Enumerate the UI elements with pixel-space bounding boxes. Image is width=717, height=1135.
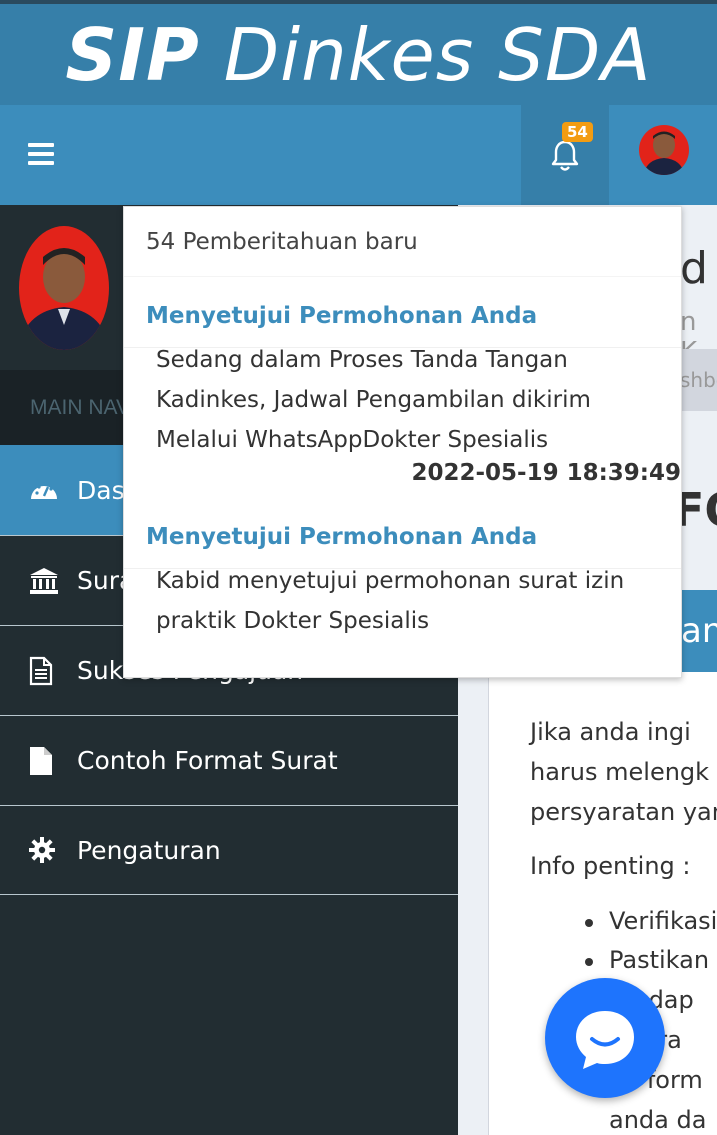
notification-item[interactable]: Menyetujui Permohonan Anda Sedang dalam … — [124, 277, 681, 486]
notification-body-line: Kabid menyetujui permohonan surat izin — [156, 568, 625, 594]
notification-body-line: Kadinkes, Jadwal Pengambilan dikirim — [156, 387, 591, 413]
notifications-button[interactable] — [521, 105, 609, 205]
brand-rest: Dinkes SDA — [199, 12, 652, 97]
app-title[interactable]: SIP Dinkes SDA — [65, 19, 651, 91]
notification-title: Menyetujui Permohonan Anda — [146, 524, 538, 550]
paragraph-line: Jika anda ingi — [530, 718, 691, 746]
notification-body-line: Sedang dalam Proses Tanda Tangan — [156, 347, 568, 373]
chat-bubble-icon — [576, 1011, 634, 1069]
user-avatar-button[interactable] — [639, 125, 689, 175]
gear-icon — [29, 837, 71, 863]
avatar — [639, 125, 689, 175]
brand-bar: SIP Dinkes SDA — [0, 0, 717, 105]
notification-count-badge: 54 — [562, 122, 593, 142]
notification-title: Menyetujui Permohonan Anda — [146, 303, 538, 329]
bullet-dot — [585, 919, 593, 927]
notifications-header: 54 Pemberitahuan baru — [124, 207, 681, 277]
chat-widget-button[interactable] — [545, 978, 665, 1098]
brand-bold: SIP — [65, 12, 200, 97]
bank-icon — [29, 567, 71, 595]
bullet-item: Pastikan — [609, 946, 710, 974]
user-photo — [19, 226, 109, 350]
list-continuation: anda da — [609, 1106, 707, 1134]
menu-toggle-icon[interactable] — [28, 143, 54, 167]
paragraph-line: harus melengk — [530, 758, 710, 786]
sidebar-item-label: Contoh Format Surat — [77, 746, 338, 775]
notification-timestamp: 2022-05-19 18:39:49 — [411, 460, 681, 486]
top-navbar — [0, 105, 717, 205]
notification-item[interactable]: Menyetujui Permohonan Anda Kabid menyetu… — [124, 486, 681, 641]
notifications-dropdown: 54 Pemberitahuan baru Menyetujui Permoho… — [123, 206, 682, 678]
sidebar-item-label: Pengaturan — [77, 835, 221, 865]
sidebar-item-pengaturan[interactable]: Pengaturan — [0, 805, 458, 895]
dashboard-icon — [29, 479, 71, 501]
bullet-dot — [585, 958, 593, 966]
info-label: Info penting : — [530, 852, 691, 880]
sidebar-item-contoh-format-surat[interactable]: Contoh Format Surat — [0, 715, 458, 805]
paragraph-line: persyaratan yan — [530, 798, 717, 826]
file-icon — [29, 746, 71, 776]
page-title: d — [680, 243, 708, 294]
notification-body-line: praktik Dokter Spesialis — [156, 608, 430, 634]
notification-body-line: Melalui WhatsAppDokter Spesialis — [156, 427, 549, 453]
bullet-item: Verifikasi — [609, 907, 717, 935]
bell-icon — [551, 140, 579, 171]
file-text-icon — [29, 656, 71, 686]
